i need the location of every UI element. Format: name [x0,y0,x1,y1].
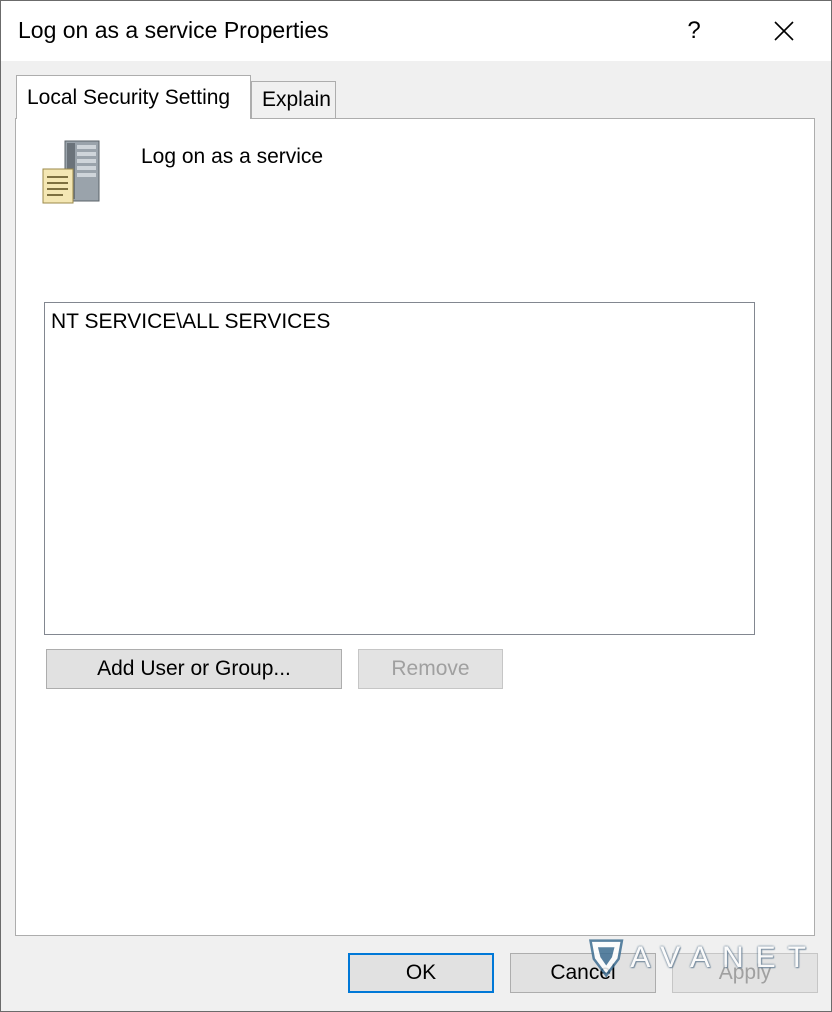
server-document-icon [42,140,100,204]
close-icon [774,21,794,41]
avanet-logo-icon [588,939,624,978]
window-title: Log on as a service Properties [18,17,329,43]
add-user-or-group-button[interactable]: Add User or Group... [46,649,342,689]
properties-dialog: Log on as a service Properties ? Local S… [0,0,832,1012]
remove-button[interactable]: Remove [358,649,503,689]
watermark-text: AVANET [630,941,818,974]
policy-name: Log on as a service [141,145,324,168]
help-button[interactable]: ? [671,11,717,51]
members-listbox[interactable]: NT SERVICE\ALL SERVICES [44,302,755,635]
ok-button[interactable]: OK [348,953,494,993]
avanet-watermark: AVANET [588,930,818,986]
title-bar: Log on as a service Properties ? [1,1,831,61]
tab-local-security-setting[interactable]: Local Security Setting [16,75,251,119]
tab-explain[interactable]: Explain [251,81,336,119]
list-item[interactable]: NT SERVICE\ALL SERVICES [51,310,330,334]
close-button[interactable] [761,11,807,51]
